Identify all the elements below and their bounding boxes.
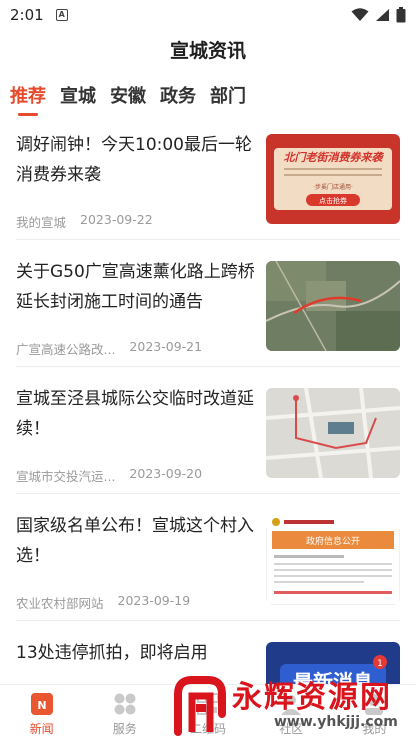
news-meta: 我的宣城 2023-09-22: [16, 212, 256, 231]
news-title: 国家级名单公布！宣城这个村入选！: [16, 516, 254, 566]
news-thumbnail-gov-page: 政府信息公开: [266, 515, 400, 605]
news-meta: 广宣高速公路改... 2023-09-21: [16, 339, 256, 358]
news-source: 我的宣城: [16, 215, 67, 230]
nav-label: 新闻: [29, 722, 54, 736]
news-meta: 农业农村部网站 2023-09-19: [16, 593, 256, 612]
community-icon: [281, 695, 302, 715]
news-date: 2023-09-20: [129, 466, 203, 481]
news-item[interactable]: 关于G50广宣高速薰化路上跨桥延长封闭施工时间的通告 广宣高速公路改... 20…: [16, 247, 400, 367]
news-thumbnail: 北门老街消费券来袭 ·步奚门店通用· 点击抢券: [266, 134, 400, 224]
nav-profile[interactable]: 我的: [333, 685, 416, 739]
news-item[interactable]: 国家级名单公布！宣城这个村入选！ 农业农村部网站 2023-09-19 政府信息…: [16, 501, 400, 621]
status-bar: 2:01 A: [0, 0, 416, 30]
news-title: 13处违停抓拍，即将启用: [16, 643, 208, 663]
status-time: 2:01: [10, 6, 44, 24]
nav-community[interactable]: 社区: [250, 685, 333, 739]
profile-icon: [365, 694, 384, 715]
news-thumbnail-route-map: [266, 388, 400, 478]
news-source: 宣城市交投汽运...: [16, 469, 116, 484]
page-title: 宣城资讯: [169, 40, 246, 62]
nav-label: 服务: [112, 722, 137, 736]
tab-recommend[interactable]: 推荐: [10, 82, 46, 116]
news-date: 2023-09-19: [117, 593, 191, 608]
nav-label: 社区: [279, 722, 304, 736]
thumb-note: ·步奚门店通用·: [313, 183, 353, 191]
wifi-icon: [351, 8, 369, 21]
thumb-banner: 政府信息公开: [306, 535, 360, 547]
news-item[interactable]: 调好闹钟！今天10:00最后一轮消费券来袭 我的宣城 2023-09-22 北门…: [16, 120, 400, 240]
nav-news[interactable]: N 新闻: [0, 685, 83, 739]
news-thumbnail-map: [266, 261, 400, 351]
qrcode-icon: [197, 693, 219, 715]
battery-icon: [396, 7, 406, 23]
news-meta: 宣城市交投汽运... 2023-09-20: [16, 466, 256, 485]
notification-a-icon: A: [55, 9, 68, 21]
signal-icon: [376, 9, 389, 21]
thumb-badge: 1: [377, 659, 383, 669]
bottom-nav: N 新闻 服务 二维码 社区 我的: [0, 684, 416, 739]
nav-label: 我的: [362, 722, 387, 736]
news-source: 农业农村部网站: [16, 596, 104, 611]
nav-qrcode[interactable]: 二维码: [166, 685, 249, 739]
category-tabs: 推荐 宣城 安徽 政务 部门: [10, 82, 246, 116]
news-source: 广宣高速公路改...: [16, 342, 116, 357]
tab-government[interactable]: 政务: [160, 82, 196, 116]
tab-anhui[interactable]: 安徽: [110, 82, 146, 116]
tab-departments[interactable]: 部门: [210, 82, 246, 116]
nav-services[interactable]: 服务: [83, 685, 166, 739]
thumb-button: 点击抢券: [319, 196, 347, 205]
news-title: 关于G50广宣高速薰化路上跨桥延长封闭施工时间的通告: [16, 262, 255, 312]
nav-label: 二维码: [190, 722, 227, 736]
news-icon: N: [30, 693, 53, 715]
news-date: 2023-09-22: [80, 212, 153, 227]
tab-xuancheng[interactable]: 宣城: [60, 82, 96, 116]
news-item[interactable]: 宣城至泾县城际公交临时改道延续！ 宣城市交投汽运... 2023-09-20: [16, 374, 400, 494]
news-date: 2023-09-21: [129, 339, 203, 354]
svg-text:N: N: [37, 699, 46, 712]
services-grid-icon: [114, 693, 136, 715]
thumb-headline: 北门老街消费券来袭: [284, 151, 385, 164]
news-title: 调好闹钟！今天10:00最后一轮消费券来袭: [16, 135, 252, 185]
news-title: 宣城至泾县城际公交临时改道延续！: [16, 389, 254, 439]
